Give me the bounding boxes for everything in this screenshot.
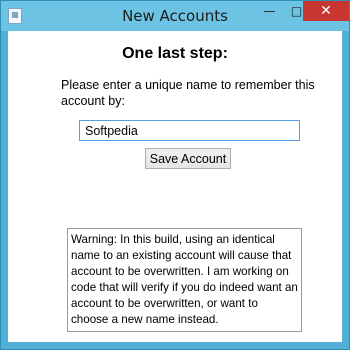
title-bar[interactable]: New Accounts — □ ✕	[1, 1, 349, 31]
save-account-button[interactable]: Save Account	[145, 148, 231, 169]
dialog-body: One last step: Please enter a unique nam…	[8, 31, 342, 342]
new-accounts-window: New Accounts — □ ✕ One last step: Please…	[0, 0, 350, 350]
close-button[interactable]: ✕	[303, 1, 349, 21]
account-name-input[interactable]	[79, 120, 300, 141]
warning-textbox: Warning: In this build, using an identic…	[67, 228, 302, 332]
page-title: One last step:	[122, 45, 228, 62]
name-prompt-label: Please enter a unique name to remember t…	[61, 78, 315, 108]
minimize-button[interactable]: —	[256, 1, 283, 21]
